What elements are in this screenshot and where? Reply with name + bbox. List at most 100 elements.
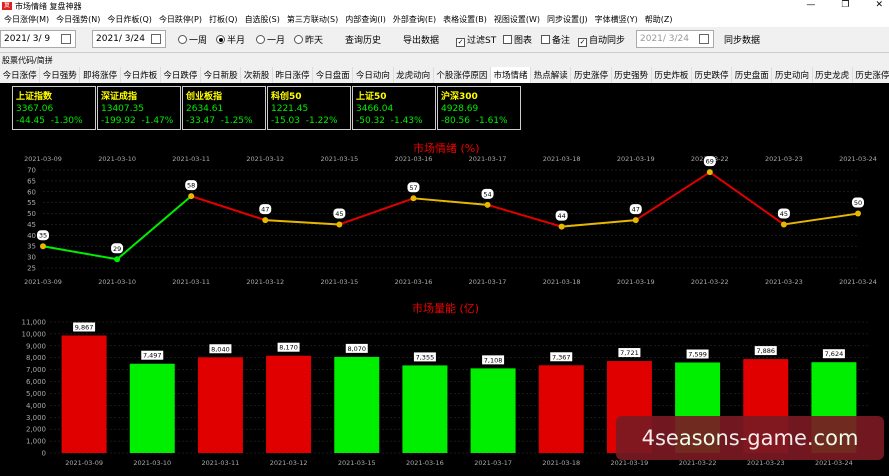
x-tick-label-top: 2021-03-18 <box>543 155 581 163</box>
x-tick-label-top: 2021-03-17 <box>469 155 507 163</box>
data-label: 57 <box>409 184 417 192</box>
bar-label: 7,599 <box>688 351 707 359</box>
data-point <box>262 217 269 224</box>
charts-canvas: 253035404550556065702021-03-092021-03-09… <box>22 155 877 467</box>
x-tick-label: 2021-03-19 <box>617 278 655 286</box>
y-tick-label: 40 <box>27 232 36 240</box>
bar <box>470 368 516 453</box>
x-tick-label: 2021-03-12 <box>270 459 308 467</box>
y-tick-label: 2,000 <box>26 426 46 434</box>
bar <box>266 355 312 453</box>
series-line-segment <box>265 219 340 226</box>
y-tick-label: 50 <box>27 210 36 218</box>
data-point <box>336 221 343 228</box>
bar-label: 7,886 <box>756 347 775 355</box>
data-point <box>114 256 121 263</box>
series-line-segment <box>190 195 266 222</box>
x-tick-label: 2021-03-23 <box>747 459 785 467</box>
data-label: 69 <box>706 158 714 166</box>
data-label: 58 <box>187 182 195 190</box>
x-tick-label: 2021-03-15 <box>338 459 376 467</box>
bar-label: 8,040 <box>211 345 230 353</box>
series-line-segment <box>116 195 192 261</box>
bar <box>61 335 107 453</box>
bar <box>197 357 243 453</box>
x-tick-label: 2021-03-11 <box>172 278 210 286</box>
x-tick-label: 2021-03-15 <box>320 278 358 286</box>
data-label: 50 <box>854 199 862 207</box>
x-tick-label: 2021-03-17 <box>474 459 512 467</box>
bar-label: 7,355 <box>416 353 435 361</box>
bar-label: 9,867 <box>75 323 94 331</box>
data-label: 47 <box>261 206 269 214</box>
series-line-segment <box>487 203 562 228</box>
bar <box>129 363 175 453</box>
y-tick-label: 1,000 <box>26 438 46 446</box>
x-tick-label-top: 2021-03-23 <box>765 155 803 163</box>
x-tick-label: 2021-03-18 <box>543 278 581 286</box>
x-tick-label: 2021-03-10 <box>98 278 136 286</box>
x-tick-label: 2021-03-23 <box>765 278 803 286</box>
x-tick-label-top: 2021-03-11 <box>172 155 210 163</box>
data-label: 44 <box>557 212 565 220</box>
watermark: 4seasons-game.com <box>616 416 884 460</box>
x-tick-label: 2021-03-16 <box>406 459 444 467</box>
series-line-segment <box>413 197 488 206</box>
y-tick-label: 9,000 <box>26 342 46 350</box>
series-line-segment <box>709 171 785 226</box>
data-label: 47 <box>632 206 640 214</box>
y-tick-label: 55 <box>27 199 36 207</box>
x-tick-label: 2021-03-17 <box>469 278 507 286</box>
x-tick-label: 2021-03-09 <box>65 459 103 467</box>
data-label: 35 <box>39 232 47 240</box>
x-tick-label: 2021-03-19 <box>611 459 649 467</box>
x-tick-label-top: 2021-03-12 <box>246 155 284 163</box>
series-line-segment <box>635 171 711 221</box>
y-tick-label: 65 <box>27 177 36 185</box>
data-label: 54 <box>483 190 491 198</box>
bar-label: 7,497 <box>143 352 162 360</box>
x-tick-label: 2021-03-10 <box>133 459 171 467</box>
bar-label: 7,624 <box>825 350 844 358</box>
y-tick-label: 30 <box>27 254 36 262</box>
x-tick-label-top: 2021-03-16 <box>395 155 433 163</box>
y-tick-label: 8,000 <box>26 354 46 362</box>
x-tick-label-top: 2021-03-19 <box>617 155 655 163</box>
data-label: 45 <box>780 210 788 218</box>
data-point <box>188 193 195 200</box>
data-label: 29 <box>113 245 121 253</box>
y-tick-label: 45 <box>27 221 36 229</box>
y-tick-label: 35 <box>27 243 36 251</box>
y-tick-label: 6,000 <box>26 378 46 386</box>
bar <box>334 356 380 453</box>
x-tick-label-top: 2021-03-09 <box>24 155 62 163</box>
y-tick-label: 11,000 <box>22 319 47 327</box>
data-point <box>484 201 491 208</box>
data-label: 45 <box>335 210 343 218</box>
bar <box>538 365 584 453</box>
data-point <box>855 210 861 217</box>
data-point <box>410 195 417 202</box>
x-tick-label: 2021-03-22 <box>679 459 717 467</box>
x-tick-label: 2021-03-16 <box>395 278 433 286</box>
data-point <box>558 223 565 230</box>
x-tick-label: 2021-03-11 <box>202 459 240 467</box>
x-tick-label-top: 2021-03-15 <box>320 155 358 163</box>
series-line-segment <box>561 219 636 228</box>
x-tick-label: 2021-03-24 <box>815 459 853 467</box>
x-tick-label: 2021-03-22 <box>691 278 729 286</box>
series-line-segment <box>339 197 414 226</box>
data-point <box>40 243 46 250</box>
y-tick-label: 0 <box>42 450 46 458</box>
y-tick-label: 3,000 <box>26 414 46 422</box>
bar-label: 8,070 <box>347 345 366 353</box>
x-tick-label: 2021-03-18 <box>542 459 580 467</box>
y-tick-label: 25 <box>27 265 36 273</box>
x-tick-label-top: 2021-03-10 <box>98 155 136 163</box>
x-tick-label: 2021-03-24 <box>839 278 877 286</box>
x-tick-label: 2021-03-09 <box>24 278 62 286</box>
y-tick-label: 10,000 <box>22 330 47 338</box>
data-point <box>706 169 713 176</box>
bar-label: 8,170 <box>279 344 298 352</box>
data-point <box>780 221 787 228</box>
